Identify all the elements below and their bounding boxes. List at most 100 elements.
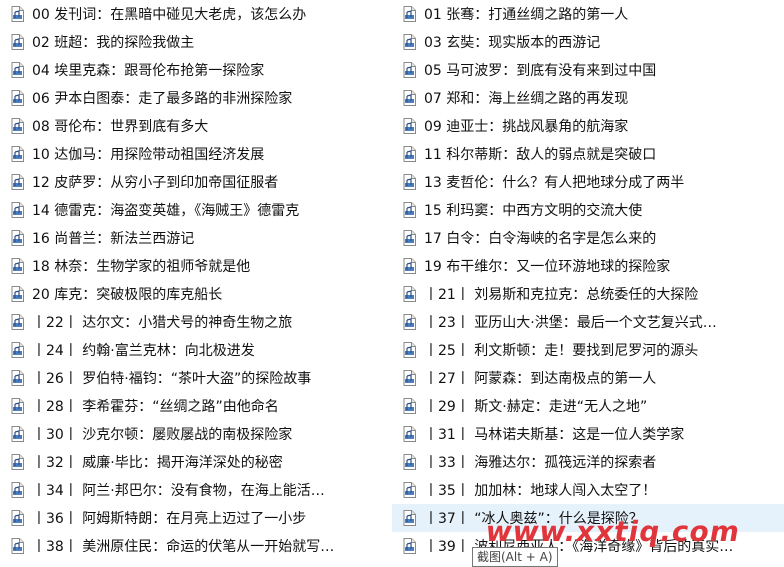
audio-file-icon (11, 62, 24, 78)
audio-file-icon (403, 118, 416, 134)
audio-file-icon (11, 342, 24, 358)
file-item[interactable]: 06 尹本白图泰：走了最多路的非洲探险家 (0, 84, 392, 112)
site-watermark: www.xxtiq.com (483, 515, 744, 548)
audio-file-icon (403, 230, 416, 246)
file-item[interactable]: 00 发刊词：在黑暗中碰见大老虎，该怎么办 (0, 0, 392, 28)
file-item[interactable]: 10 达伽马：用探险带动祖国经济发展 (0, 140, 392, 168)
file-name: 05 马可波罗：到底有没有来到过中国 (424, 63, 657, 79)
file-name: 09 迪亚士：挑战风暴角的航海家 (424, 119, 629, 135)
file-name: 16 尚普兰：新法兰西游记 (32, 231, 195, 247)
file-item[interactable]: 丨36丨 阿姆斯特朗：在月亮上迈过了一小步 (0, 504, 392, 532)
file-name: 10 达伽马：用探险带动祖国经济发展 (32, 147, 265, 163)
file-item[interactable]: 丨21丨 刘易斯和克拉克：总统委任的大探险 (392, 280, 784, 308)
file-item[interactable]: 丨22丨 达尔文：小猎犬号的神奇生物之旅 (0, 308, 392, 336)
file-item[interactable]: 19 布干维尔：又一位环游地球的探险家 (392, 252, 784, 280)
audio-file-icon (403, 258, 416, 274)
file-name: 丨22丨 达尔文：小猎犬号的神奇生物之旅 (32, 315, 293, 331)
file-name: 08 哥伦布：世界到底有多大 (32, 119, 209, 135)
file-item[interactable]: 丨30丨 沙克尔顿：屡败屡战的南极探险家 (0, 420, 392, 448)
file-item[interactable]: 丨31丨 马林诺夫斯基：这是一位人类学家 (392, 420, 784, 448)
audio-file-icon (403, 342, 416, 358)
audio-file-icon (11, 230, 24, 246)
file-item[interactable]: 丨35丨 加加林：地球人闯入太空了！ (392, 476, 784, 504)
file-name: 丨33丨 海雅达尔：孤筏远洋的探索者 (424, 455, 657, 471)
file-item[interactable]: 13 麦哲伦：什么？有人把地球分成了两半 (392, 168, 784, 196)
audio-file-icon (11, 286, 24, 302)
file-item[interactable]: 14 德雷克：海盗变英雄，《海贼王》德雷克 (0, 196, 392, 224)
file-item[interactable]: 丨23丨 亚历山大·洪堡：最后一个文艺复兴式… (392, 308, 784, 336)
file-name: 丨23丨 亚历山大·洪堡：最后一个文艺复兴式… (424, 315, 717, 331)
file-name: 15 利玛窦：中西方文明的交流大使 (424, 203, 643, 219)
audio-file-icon (11, 90, 24, 106)
file-item[interactable]: 丨38丨 美洲原住民：命运的伏笔从一开始就写… (0, 532, 392, 560)
file-name: 13 麦哲伦：什么？有人把地球分成了两半 (424, 175, 685, 191)
file-item[interactable]: 丨32丨 威廉·毕比：揭开海洋深处的秘密 (0, 448, 392, 476)
audio-file-icon (403, 482, 416, 498)
audio-file-icon (403, 202, 416, 218)
audio-file-icon (403, 538, 416, 554)
file-item[interactable]: 08 哥伦布：世界到底有多大 (0, 112, 392, 140)
audio-file-icon (403, 34, 416, 50)
file-item[interactable]: 丨29丨 斯文·赫定：走进“无人之地” (392, 392, 784, 420)
screenshot-tooltip: 截图(Alt + A) (472, 547, 558, 567)
audio-file-icon (11, 118, 24, 134)
file-name: 丨30丨 沙克尔顿：屡败屡战的南极探险家 (32, 427, 293, 443)
file-name: 丨36丨 阿姆斯特朗：在月亮上迈过了一小步 (32, 511, 307, 527)
file-name: 00 发刊词：在黑暗中碰见大老虎，该怎么办 (32, 7, 307, 23)
file-name: 丨38丨 美洲原住民：命运的伏笔从一开始就写… (32, 539, 335, 555)
audio-file-icon (403, 6, 416, 22)
audio-file-icon (11, 482, 24, 498)
audio-file-icon (11, 370, 24, 386)
file-name: 丨35丨 加加林：地球人闯入太空了！ (424, 483, 657, 499)
file-item[interactable]: 11 科尔蒂斯：敌人的弱点就是突破口 (392, 140, 784, 168)
file-name: 06 尹本白图泰：走了最多路的非洲探险家 (32, 91, 293, 107)
audio-file-icon (11, 538, 24, 554)
file-item[interactable]: 丨25丨 利文斯顿：走！要找到尼罗河的源头 (392, 336, 784, 364)
file-name: 丨21丨 刘易斯和克拉克：总统委任的大探险 (424, 287, 699, 303)
audio-file-icon (403, 370, 416, 386)
file-name: 丨32丨 威廉·毕比：揭开海洋深处的秘密 (32, 455, 283, 471)
audio-file-icon (403, 426, 416, 442)
file-item[interactable]: 02 班超：我的探险我做主 (0, 28, 392, 56)
file-item[interactable]: 03 玄奘：现实版本的西游记 (392, 28, 784, 56)
file-name: 14 德雷克：海盗变英雄，《海贼王》德雷克 (32, 203, 300, 219)
audio-file-icon (403, 286, 416, 302)
file-item[interactable]: 丨34丨 阿兰·邦巴尔：没有食物，在海上能活… (0, 476, 392, 504)
file-name: 19 布干维尔：又一位环游地球的探险家 (424, 259, 671, 275)
file-item[interactable]: 16 尚普兰：新法兰西游记 (0, 224, 392, 252)
audio-file-icon (11, 314, 24, 330)
file-item[interactable]: 20 库克：突破极限的库克船长 (0, 280, 392, 308)
audio-file-icon (11, 454, 24, 470)
file-item[interactable]: 07 郑和：海上丝绸之路的再发现 (392, 84, 784, 112)
file-item[interactable]: 丨33丨 海雅达尔：孤筏远洋的探索者 (392, 448, 784, 476)
file-item[interactable]: 丨28丨 李希霍芬：“丝绸之路”由他命名 (0, 392, 392, 420)
audio-file-icon (403, 146, 416, 162)
file-item[interactable]: 17 白令：白令海峡的名字是怎么来的 (392, 224, 784, 252)
file-item[interactable]: 01 张骞：打通丝绸之路的第一人 (392, 0, 784, 28)
file-item[interactable]: 18 林奈：生物学家的祖师爷就是他 (0, 252, 392, 280)
file-name: 17 白令：白令海峡的名字是怎么来的 (424, 231, 657, 247)
file-list: 00 发刊词：在黑暗中碰见大老虎，该怎么办 01 张骞：打通丝绸之路的第一人 02 … (0, 0, 784, 560)
file-name: 11 科尔蒂斯：敌人的弱点就是突破口 (424, 147, 657, 163)
audio-file-icon (11, 202, 24, 218)
file-item[interactable]: 丨24丨 约翰·富兰克林：向北极进发 (0, 336, 392, 364)
audio-file-icon (11, 258, 24, 274)
file-name: 丨27丨 阿蒙森：到达南极点的第一人 (424, 371, 657, 387)
file-item[interactable]: 15 利玛窦：中西方文明的交流大使 (392, 196, 784, 224)
file-item[interactable]: 12 皮萨罗：从穷小子到印加帝国征服者 (0, 168, 392, 196)
file-item[interactable]: 05 马可波罗：到底有没有来到过中国 (392, 56, 784, 84)
file-item[interactable]: 09 迪亚士：挑战风暴角的航海家 (392, 112, 784, 140)
audio-file-icon (11, 426, 24, 442)
file-item[interactable]: 丨27丨 阿蒙森：到达南极点的第一人 (392, 364, 784, 392)
audio-file-icon (403, 398, 416, 414)
file-item[interactable]: 04 埃里克森：跟哥伦布抢第一探险家 (0, 56, 392, 84)
audio-file-icon (11, 510, 24, 526)
file-item[interactable]: 丨26丨 罗伯特·福钧：“茶叶大盗”的探险故事 (0, 364, 392, 392)
file-name: 18 林奈：生物学家的祖师爷就是他 (32, 259, 251, 275)
file-name: 丨24丨 约翰·富兰克林：向北极进发 (32, 343, 255, 359)
audio-file-icon (11, 174, 24, 190)
audio-file-icon (403, 510, 416, 526)
file-name: 04 埃里克森：跟哥伦布抢第一探险家 (32, 63, 265, 79)
file-name: 02 班超：我的探险我做主 (32, 35, 195, 51)
audio-file-icon (403, 90, 416, 106)
